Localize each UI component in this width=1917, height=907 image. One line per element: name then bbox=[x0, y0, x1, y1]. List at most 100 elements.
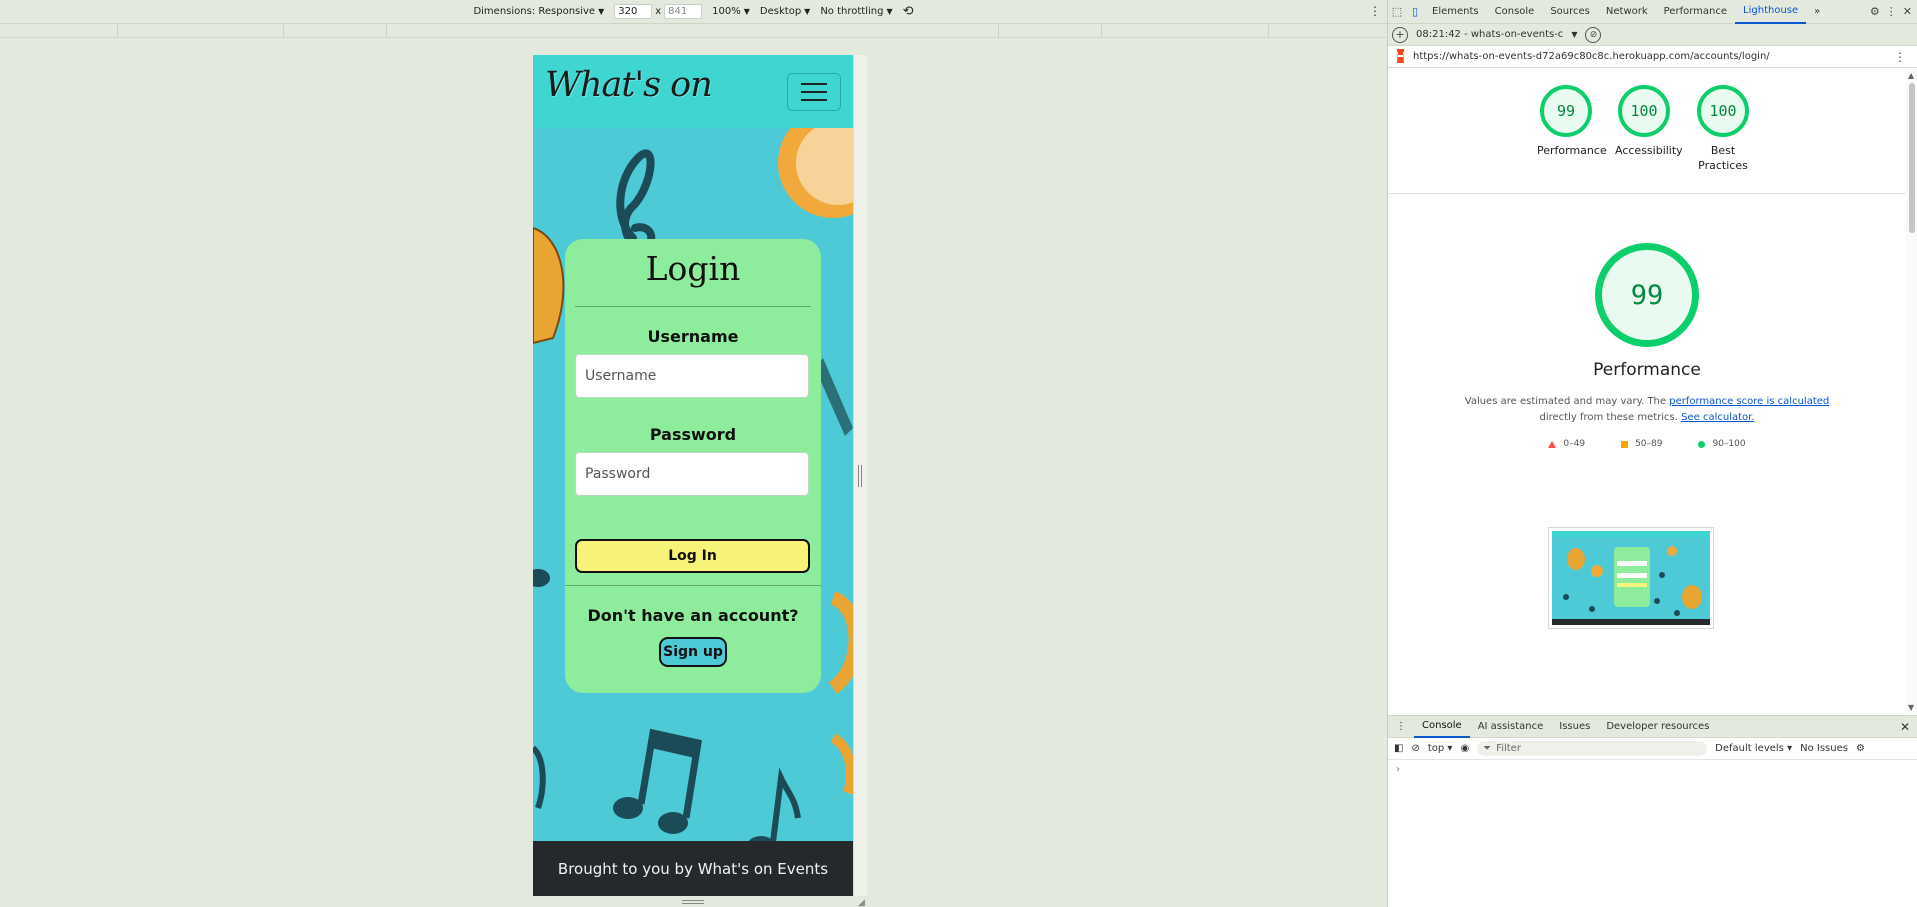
width-input[interactable]: 320 bbox=[614, 4, 653, 19]
report-scrollbar[interactable]: ▲ ▼ bbox=[1906, 69, 1917, 715]
gear-icon[interactable]: ⚙ bbox=[1870, 5, 1880, 18]
username-label: Username bbox=[647, 327, 739, 346]
score-value: 100 bbox=[1618, 85, 1670, 137]
legend-item: 90–100 bbox=[1698, 439, 1746, 449]
circle-icon bbox=[1698, 440, 1706, 448]
menu-toggle-button[interactable] bbox=[787, 73, 841, 111]
gear-icon[interactable]: ⚙ bbox=[1856, 743, 1865, 754]
resize-handle-bottom[interactable] bbox=[682, 900, 704, 904]
more-options-icon[interactable]: ⋮ bbox=[1369, 4, 1381, 18]
ruler-tick bbox=[386, 24, 387, 38]
score-gauge-performance[interactable]: 99 Performance bbox=[1537, 85, 1607, 158]
lighthouse-toolbar: + 08:21:42 - whats-on-events-c ▼ ⊘ bbox=[1388, 24, 1917, 46]
legend-label: 50–89 bbox=[1635, 439, 1663, 449]
login-button[interactable]: Log In bbox=[575, 539, 810, 573]
tab-sources[interactable]: Sources bbox=[1542, 0, 1598, 24]
site-logo[interactable]: What's on bbox=[545, 65, 713, 105]
filter-input[interactable]: ⏷ Filter bbox=[1477, 741, 1708, 756]
score-gauge-accessibility[interactable]: 100 Accessibility bbox=[1615, 85, 1683, 158]
report-selector[interactable]: 08:21:42 - whats-on-events-c bbox=[1416, 29, 1563, 40]
resize-handle-right[interactable] bbox=[858, 465, 862, 487]
console-prompt[interactable]: › bbox=[1388, 760, 1917, 779]
tab-performance[interactable]: Performance bbox=[1656, 0, 1735, 24]
drawer-tab-issues[interactable]: Issues bbox=[1551, 716, 1598, 738]
inspect-element-icon[interactable]: ⬚ bbox=[1388, 0, 1406, 24]
close-icon[interactable]: ✕ bbox=[1903, 5, 1912, 18]
more-options-icon[interactable]: ⋮ bbox=[1886, 5, 1897, 18]
ruler-tick bbox=[117, 24, 118, 38]
login-title: Login bbox=[645, 249, 741, 288]
thumbnail-art bbox=[1552, 531, 1710, 625]
no-account-text: Don't have an account? bbox=[587, 606, 799, 625]
main-score-gauge: 99 bbox=[1595, 243, 1699, 347]
chevron-down-icon: ▼ bbox=[598, 7, 605, 16]
divider bbox=[1388, 193, 1906, 194]
report-url[interactable]: https://whats-on-events-d72a69c80c8c.her… bbox=[1413, 51, 1770, 62]
filter-placeholder: Filter bbox=[1496, 743, 1521, 754]
password-input[interactable]: Password bbox=[575, 452, 809, 496]
chevron-down-icon: ▼ bbox=[743, 7, 750, 16]
device-toolbar: Dimensions: Responsive ▼ 320 x 841 100% … bbox=[0, 0, 1387, 24]
square-icon bbox=[1621, 440, 1629, 448]
eye-icon[interactable]: ◉ bbox=[1460, 743, 1469, 754]
throttling-dropdown[interactable]: No throttling ▼ bbox=[820, 6, 892, 17]
dimensions-dropdown[interactable]: Dimensions: Responsive ▼ bbox=[473, 6, 604, 17]
final-screenshot-thumbnail[interactable] bbox=[1548, 527, 1714, 629]
drawer-tabbar: ⋮ Console AI assistance Issues Developer… bbox=[1388, 716, 1917, 738]
more-options-icon[interactable]: ⋮ bbox=[1894, 50, 1906, 64]
lighthouse-logo-icon bbox=[1397, 49, 1404, 63]
lighthouse-report: 99 Performance 100 Accessibility 100 Bes… bbox=[1388, 69, 1906, 715]
more-tabs-icon[interactable]: » bbox=[1806, 0, 1828, 24]
chevron-down-icon[interactable]: ▼ bbox=[1571, 30, 1577, 39]
log-levels-dropdown[interactable]: Default levels ▾ bbox=[1715, 743, 1792, 754]
clear-icon[interactable]: ⊘ bbox=[1585, 26, 1602, 43]
throttling-value: No throttling bbox=[820, 6, 884, 17]
drawer-tab-console[interactable]: Console bbox=[1414, 716, 1470, 738]
scroll-thumb[interactable] bbox=[1909, 83, 1915, 233]
score-calculated-link[interactable]: performance score is calculated bbox=[1669, 396, 1829, 407]
drawer-tab-developer-resources[interactable]: Developer resources bbox=[1598, 716, 1717, 738]
devtools-tabbar: ⬚ ▯ Elements Console Sources Network Per… bbox=[1388, 0, 1917, 24]
issues-count[interactable]: No Issues bbox=[1800, 743, 1848, 754]
drawer-menu-icon[interactable]: ⋮ bbox=[1388, 716, 1414, 738]
rotate-icon[interactable]: ⟲ bbox=[903, 4, 914, 19]
score-label: Performance bbox=[1537, 144, 1607, 157]
filter-icon: ⏷ bbox=[1483, 743, 1492, 754]
main-score-title: Performance bbox=[1593, 360, 1701, 380]
username-input[interactable]: Username bbox=[575, 354, 809, 398]
sidebar-toggle-icon[interactable]: ◧ bbox=[1394, 743, 1403, 754]
device-type-dropdown[interactable]: Desktop ▼ bbox=[760, 6, 810, 17]
tab-lighthouse[interactable]: Lighthouse bbox=[1735, 0, 1807, 24]
tab-network[interactable]: Network bbox=[1598, 0, 1656, 24]
report-url-bar: https://whats-on-events-d72a69c80c8c.her… bbox=[1388, 46, 1917, 68]
score-label: Accessibility bbox=[1615, 144, 1683, 157]
divider bbox=[575, 306, 811, 307]
chevron-down-icon: ▼ bbox=[804, 7, 811, 16]
media-query-ruler bbox=[0, 24, 1387, 38]
drawer-tab-ai-assistance[interactable]: AI assistance bbox=[1470, 716, 1552, 738]
burger-line bbox=[801, 99, 827, 101]
resize-corner-icon[interactable]: ◢ bbox=[858, 898, 865, 907]
device-toolbar-toggle-icon[interactable]: ▯ bbox=[1406, 0, 1424, 24]
scroll-down-icon[interactable]: ▼ bbox=[1908, 703, 1914, 712]
close-icon[interactable]: ✕ bbox=[1900, 720, 1917, 734]
ruler-tick bbox=[998, 24, 999, 38]
times-label: x bbox=[655, 6, 662, 17]
zoom-dropdown[interactable]: 100% ▼ bbox=[712, 6, 750, 17]
tab-console[interactable]: Console bbox=[1487, 0, 1543, 24]
console-drawer: ⋮ Console AI assistance Issues Developer… bbox=[1388, 715, 1917, 907]
see-calculator-link[interactable]: See calculator. bbox=[1681, 412, 1754, 423]
scroll-up-icon[interactable]: ▲ bbox=[1908, 71, 1914, 80]
devtools-panel: ⬚ ▯ Elements Console Sources Network Per… bbox=[1387, 0, 1917, 907]
new-report-icon[interactable]: + bbox=[1392, 26, 1408, 43]
height-input[interactable]: 841 bbox=[664, 4, 703, 19]
note-text: Values are estimated and may vary. The bbox=[1464, 396, 1670, 407]
context-selector[interactable]: top ▾ bbox=[1428, 743, 1453, 754]
score-gauge-best-practices[interactable]: 100 Best Practices bbox=[1693, 85, 1753, 173]
clear-console-icon[interactable]: ⊘ bbox=[1411, 743, 1419, 754]
tab-elements[interactable]: Elements bbox=[1424, 0, 1487, 24]
signup-button[interactable]: Sign up bbox=[659, 637, 727, 667]
legend-label: 0–49 bbox=[1563, 439, 1586, 449]
dimensions-label: Dimensions: Responsive bbox=[473, 6, 596, 17]
emulated-viewport: What's on Login Username Username Passwo… bbox=[533, 55, 853, 896]
